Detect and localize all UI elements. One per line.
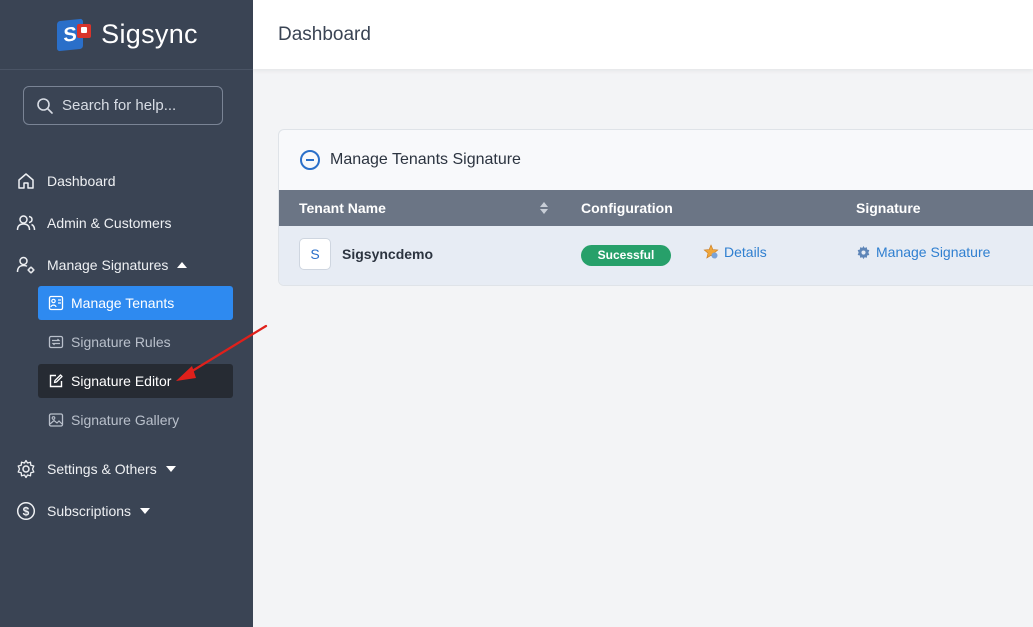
sort-icon[interactable] xyxy=(540,202,548,215)
gear-icon xyxy=(17,459,35,479)
gear-icon xyxy=(857,245,870,259)
page-title: Dashboard xyxy=(278,23,371,45)
manage-signature-label: Manage Signature xyxy=(876,244,991,260)
search-icon xyxy=(37,97,53,114)
sidebar-subitem-signature-gallery[interactable]: Signature Gallery xyxy=(38,403,233,437)
tenants-icon xyxy=(48,295,64,311)
caret-up-icon xyxy=(177,262,188,268)
edit-icon xyxy=(49,374,63,388)
sidebar-subitem-label: Signature Rules xyxy=(71,334,171,350)
sidebar-subitem-label: Signature Editor xyxy=(71,373,172,389)
sidebar-item-dashboard[interactable]: Dashboard xyxy=(16,171,116,191)
sidebar-item-subscriptions[interactable]: $ Subscriptions xyxy=(16,501,151,521)
caret-down-icon xyxy=(140,508,151,514)
dollar-circle-icon: $ xyxy=(16,501,36,521)
manage-signature-link[interactable]: Manage Signature xyxy=(856,244,990,260)
sidebar-subitem-label: Manage Tenants xyxy=(71,295,175,311)
home-icon xyxy=(18,173,34,189)
table-header: Tenant Name Configuration Signature xyxy=(279,190,1033,226)
svg-text:$: $ xyxy=(23,505,30,519)
users-icon xyxy=(16,215,36,231)
sidebar-subitem-manage-tenants[interactable]: Manage Tenants xyxy=(38,286,233,320)
sidebar-item-manage-signatures[interactable]: Manage Signatures xyxy=(16,255,188,275)
column-header-tenant-name[interactable]: Tenant Name xyxy=(299,190,386,226)
sidebar-item-label: Dashboard xyxy=(47,173,116,189)
caret-down-icon xyxy=(165,466,176,472)
sidebar-item-label: Settings & Others xyxy=(47,461,157,477)
annotation-arrow-icon xyxy=(176,324,268,381)
search-input[interactable] xyxy=(62,97,212,114)
tenant-avatar: S xyxy=(299,238,331,270)
rules-icon xyxy=(48,335,64,349)
details-link[interactable]: Details xyxy=(703,244,767,260)
top-bar: Dashboard xyxy=(253,0,1033,69)
manage-tenants-card: Manage Tenants Signature Tenant Name Con… xyxy=(278,129,1033,286)
sidebar-item-label: Subscriptions xyxy=(47,503,132,519)
collapse-minus-icon[interactable] xyxy=(300,150,320,170)
card-title: Manage Tenants Signature xyxy=(330,151,521,168)
app-name: Sigsync xyxy=(101,19,198,49)
column-header-signature: Signature xyxy=(856,200,921,216)
sigsync-logo-icon: S xyxy=(55,18,95,52)
sidebar-item-settings-others[interactable]: Settings & Others xyxy=(16,459,176,479)
tenant-name: Sigsyncdemo xyxy=(342,246,434,262)
details-label: Details xyxy=(724,244,767,260)
gallery-icon xyxy=(48,413,64,427)
sidebar-item-admin-customers[interactable]: Admin & Customers xyxy=(16,213,171,233)
user-gear-icon xyxy=(16,256,35,274)
search-box[interactable] xyxy=(23,86,223,125)
sidebar-item-label: Manage Signatures xyxy=(47,257,169,273)
app-logo[interactable]: S Sigsync xyxy=(0,0,253,70)
sidebar-subitem-label: Signature Gallery xyxy=(71,412,180,428)
star-badge-icon xyxy=(703,244,719,259)
sidebar-item-label: Admin & Customers xyxy=(47,215,172,231)
card-header: Manage Tenants Signature xyxy=(279,130,1033,190)
status-badge: Sucessful xyxy=(581,245,671,266)
column-header-configuration: Configuration xyxy=(581,200,673,216)
sidebar: S Sigsync Dashboard Admin & Customers xyxy=(0,0,253,627)
table-row: S Sigsyncdemo Sucessful Details Manage S… xyxy=(279,226,1033,285)
